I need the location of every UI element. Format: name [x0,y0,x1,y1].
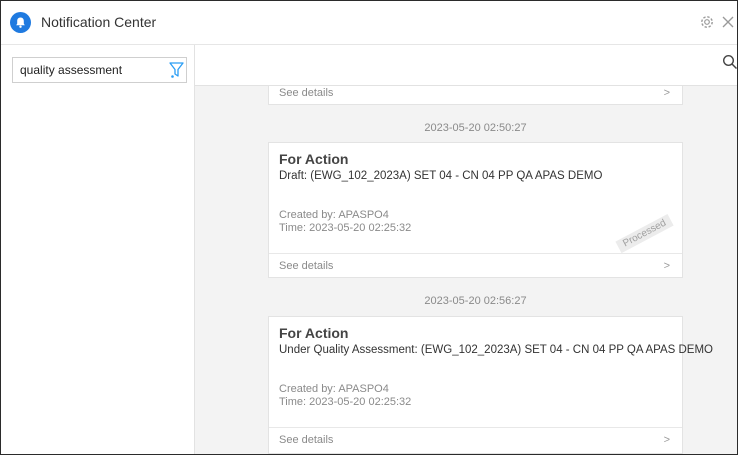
notification-card: See details > [268,86,683,105]
see-details-link[interactable]: See details [279,434,333,446]
window-title: Notification Center [41,14,157,30]
created-by: Created by: APASPO4 [279,209,389,221]
chevron-right-icon: > [663,87,670,99]
title-bar: Notification Center [1,1,737,45]
notification-center-window: Notification Center quality assessment S… [0,0,738,455]
chevron-right-icon: > [663,260,670,272]
notification-timestamp: 2023-05-20 02:50:27 [424,122,527,134]
notification-bell-icon [10,12,31,33]
notification-card: For Action Draft: (EWG_102_2023A) SET 04… [268,142,683,278]
close-icon[interactable] [720,13,736,31]
processed-stamp: Processed [615,213,674,254]
see-details-link[interactable]: See details [279,260,333,272]
created-time: Time: 2023-05-20 02:25:32 [279,222,412,234]
notification-type: For Action [279,151,349,167]
top-search-bar [195,45,737,86]
sidebar-search-box [12,57,187,83]
see-details-row[interactable]: See details > [269,253,682,278]
notification-description: Draft: (EWG_102_2023A) SET 04 - CN 04 PP… [279,170,603,182]
see-details-row[interactable]: See details > [269,86,682,105]
filter-icon[interactable] [168,61,185,79]
created-by: Created by: APASPO4 [279,383,389,395]
notification-feed: See details > 2023-05-20 02:50:27 For Ac… [195,86,737,454]
search-input[interactable] [20,62,160,78]
sidebar [1,45,195,454]
notification-card: For Action Under Quality Assessment: (EW… [268,316,713,454]
notification-timestamp: 2023-05-20 02:56:27 [424,295,527,307]
notification-description: Under Quality Assessment: (EWG_102_2023A… [279,344,713,356]
created-time: Time: 2023-05-20 02:25:32 [279,396,412,408]
see-details-row[interactable]: See details > [269,427,682,452]
see-details-link[interactable]: See details [279,87,333,99]
search-icon[interactable] [722,54,737,70]
notification-type: For Action [279,325,349,341]
gear-icon[interactable] [698,13,716,31]
chevron-right-icon: > [663,434,670,446]
